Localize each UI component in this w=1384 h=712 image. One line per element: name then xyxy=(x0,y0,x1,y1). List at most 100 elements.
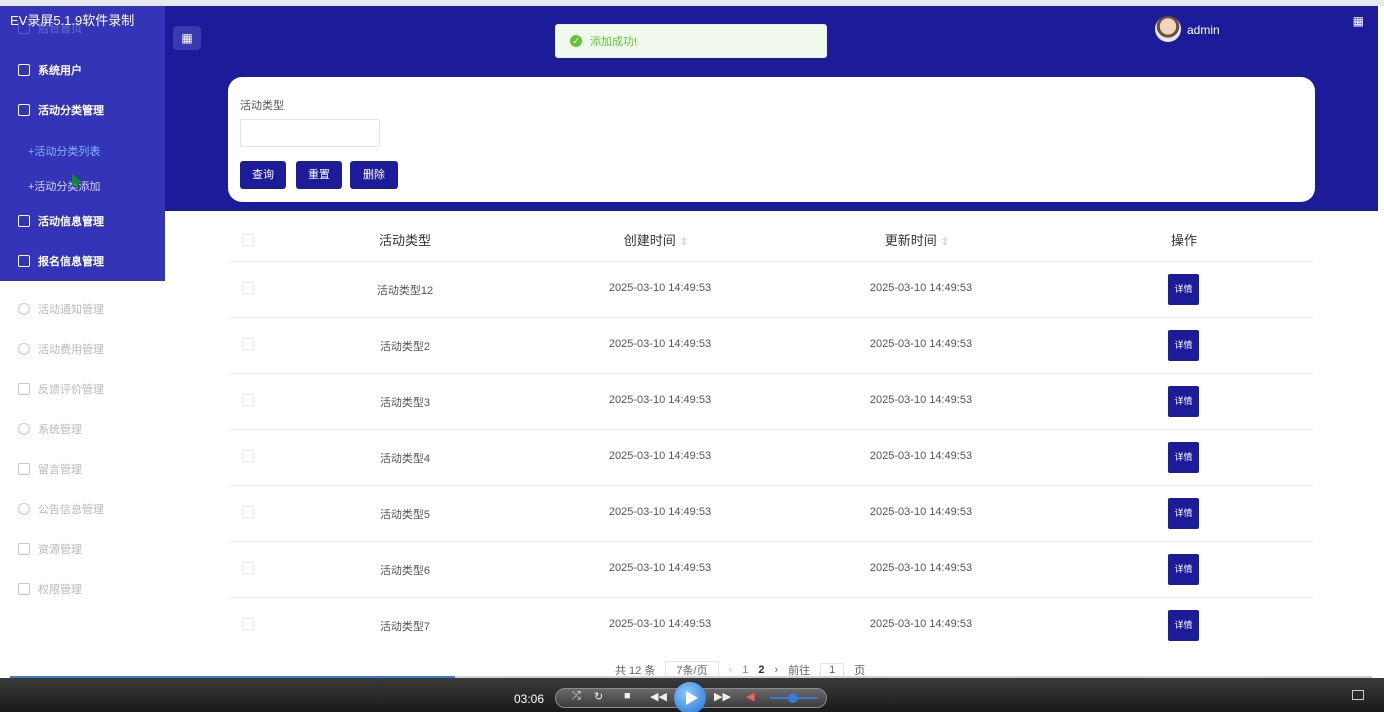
query-button[interactable]: 查询 xyxy=(240,161,286,189)
sidebar-item-label: 系统用户 xyxy=(38,65,82,77)
sidebar-item-label: 活动通知管理 xyxy=(38,304,104,316)
sort-icon[interactable]: ⇕ xyxy=(941,237,949,248)
shuffle-icon[interactable]: ⤮ xyxy=(572,690,581,703)
column-header-updated[interactable]: 更新时间 ⇕ xyxy=(885,230,949,249)
column-header-label: 创建时间 xyxy=(623,233,676,248)
page-2-button[interactable]: 2 xyxy=(758,664,764,676)
table-row: 活动类型4 2025-03-10 14:49:53 2025-03-10 14:… xyxy=(228,430,1314,486)
cell-updated: 2025-03-10 14:49:53 xyxy=(869,506,973,518)
table-row: 活动类型6 2025-03-10 14:49:53 2025-03-10 14:… xyxy=(228,542,1314,598)
cell-type: 活动类型12 xyxy=(376,285,434,297)
sidebar-item-label: 活动费用管理 xyxy=(38,344,104,356)
fullscreen-icon[interactable] xyxy=(1352,690,1364,700)
toast-message: 添加成功! xyxy=(590,36,638,48)
clock-icon xyxy=(18,343,30,355)
sidebar-item-label: 反馈评价管理 xyxy=(38,384,104,396)
row-checkbox[interactable] xyxy=(242,338,254,350)
clock-icon xyxy=(18,423,30,435)
success-toast: ✓ 添加成功! xyxy=(555,24,827,58)
row-checkbox[interactable] xyxy=(242,506,254,518)
cell-created: 2025-03-10 14:49:53 xyxy=(608,394,712,406)
column-header-label: 更新时间 xyxy=(884,233,937,248)
row-checkbox[interactable] xyxy=(242,618,254,630)
clipboard-icon xyxy=(18,104,30,116)
cell-type: 活动类型4 xyxy=(379,453,431,465)
sidebar-item-activity-fees[interactable]: 活动费用管理 xyxy=(0,329,165,369)
activity-type-input[interactable] xyxy=(240,119,380,147)
row-checkbox[interactable] xyxy=(242,282,254,294)
detail-button[interactable]: 详情 xyxy=(1168,498,1199,529)
clipboard-icon xyxy=(18,583,30,595)
avatar[interactable] xyxy=(1155,16,1181,42)
sidebar-item-label: 活动信息管理 xyxy=(38,216,104,228)
user-icon xyxy=(18,303,30,315)
cell-created: 2025-03-10 14:49:53 xyxy=(608,282,712,294)
clock-icon xyxy=(18,503,30,515)
table-row: 活动类型12 2025-03-10 14:49:53 2025-03-10 14… xyxy=(228,262,1314,318)
column-header-action: 操作 xyxy=(1170,233,1198,248)
volume-icon[interactable]: ◀ xyxy=(746,690,754,703)
document-icon xyxy=(18,543,30,555)
refresh-icon[interactable]: ↻ xyxy=(594,690,603,703)
select-all-checkbox[interactable] xyxy=(242,234,254,246)
search-label: 活动类型 xyxy=(240,100,284,112)
sidebar-item-label: 资源管理 xyxy=(38,544,82,556)
row-checkbox[interactable] xyxy=(242,450,254,462)
sidebar-item-label: 系统管理 xyxy=(38,424,82,436)
detail-button[interactable]: 详情 xyxy=(1168,442,1199,473)
table-row: 活动类型7 2025-03-10 14:49:53 2025-03-10 14:… xyxy=(228,598,1314,654)
next-page-icon[interactable]: › xyxy=(774,664,778,676)
sidebar-item-label: 留言管理 xyxy=(38,464,82,476)
sidebar-item-activity-info[interactable]: 活动信息管理 xyxy=(0,201,165,241)
row-checkbox[interactable] xyxy=(242,562,254,574)
detail-button[interactable]: 详情 xyxy=(1168,554,1199,585)
sort-icon[interactable]: ⇕ xyxy=(680,237,688,248)
volume-knob[interactable] xyxy=(788,693,798,703)
sidebar-item-messages[interactable]: 留言管理 xyxy=(0,449,165,489)
username[interactable]: admin xyxy=(1187,23,1220,37)
menu-toggle-button[interactable]: ▦ xyxy=(173,26,201,50)
detail-button[interactable]: 详情 xyxy=(1168,386,1199,417)
stop-icon[interactable]: ■ xyxy=(624,690,631,702)
detail-button[interactable]: 详情 xyxy=(1168,330,1199,361)
playback-time: 03:06 xyxy=(514,692,545,706)
fast-forward-icon[interactable]: ▶▶ xyxy=(714,690,731,703)
sidebar-item-system-users[interactable]: 系统用户 xyxy=(0,50,165,90)
sidebar-item-activity-category[interactable]: 活动分类管理 xyxy=(0,90,165,130)
sidebar-subitem-category-add[interactable]: +活动分类添加 xyxy=(28,178,100,194)
rewind-icon[interactable]: ◀◀ xyxy=(650,690,667,703)
page-1-button[interactable]: 1 xyxy=(742,664,748,676)
cell-created: 2025-03-10 14:49:53 xyxy=(608,562,712,574)
prev-page-icon[interactable]: ‹ xyxy=(729,664,733,676)
delete-button[interactable]: 删除 xyxy=(350,161,398,189)
reset-button[interactable]: 重置 xyxy=(296,161,342,189)
column-header-created[interactable]: 创建时间 ⇕ xyxy=(624,230,688,249)
sidebar-active-section: 后台首页 系统用户 活动分类管理 +活动分类列表 +活动分类添加 活动信息管理 … xyxy=(0,6,165,281)
cell-created: 2025-03-10 14:49:53 xyxy=(608,618,712,630)
sidebar-item-activity-notice[interactable]: 活动通知管理 xyxy=(0,289,165,329)
cell-created: 2025-03-10 14:49:53 xyxy=(608,506,712,518)
detail-button[interactable]: 详情 xyxy=(1168,274,1199,305)
search-panel: 活动类型 查询 重置 删除 xyxy=(228,77,1315,202)
cell-updated: 2025-03-10 14:49:53 xyxy=(869,618,973,630)
sidebar-inactive-section: 活动通知管理 活动费用管理 反馈评价管理 系统管理 留言管理 公告信息管理 资源… xyxy=(0,281,165,676)
cell-updated: 2025-03-10 14:49:53 xyxy=(869,282,973,294)
layout-icon[interactable]: ▦ xyxy=(1353,14,1364,28)
cell-type: 活动类型5 xyxy=(379,509,431,521)
row-checkbox[interactable] xyxy=(242,394,254,406)
sidebar-item-announcements[interactable]: 公告信息管理 xyxy=(0,489,165,529)
goto-page-input[interactable]: 1 xyxy=(820,663,845,677)
sidebar-subitem-category-list[interactable]: +活动分类列表 xyxy=(28,143,100,159)
sidebar-item-label: 公告信息管理 xyxy=(38,504,104,516)
table-header: 活动类型 创建时间 ⇕ 更新时间 ⇕ 操作 xyxy=(228,214,1314,262)
cell-type: 活动类型7 xyxy=(379,621,431,633)
cell-updated: 2025-03-10 14:49:53 xyxy=(869,562,973,574)
sidebar-item-feedback[interactable]: 反馈评价管理 xyxy=(0,369,165,409)
sidebar-item-system-management[interactable]: 系统管理 xyxy=(0,409,165,449)
sidebar-item-permissions[interactable]: 权限管理 xyxy=(0,569,165,609)
sidebar-item-label: 报名信息管理 xyxy=(38,256,104,268)
play-icon[interactable] xyxy=(674,682,706,712)
sidebar-item-registration-info[interactable]: 报名信息管理 xyxy=(0,241,165,281)
detail-button[interactable]: 详情 xyxy=(1168,610,1199,641)
sidebar-item-resources[interactable]: 资源管理 xyxy=(0,529,165,569)
